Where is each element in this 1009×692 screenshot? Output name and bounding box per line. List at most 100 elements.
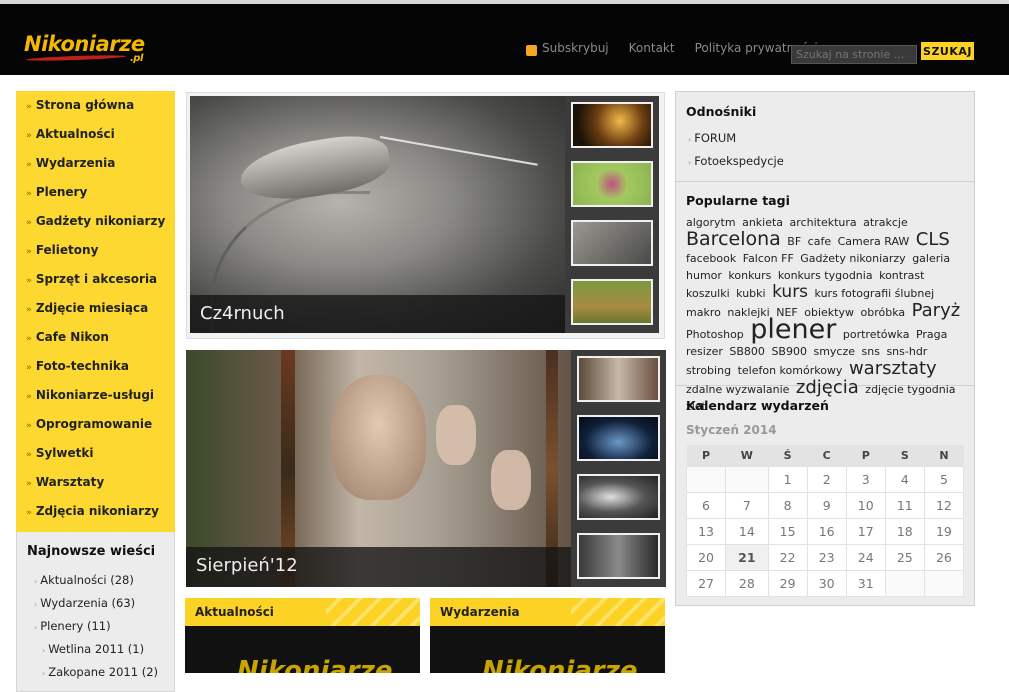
calendar-day[interactable]: 19 [923, 517, 965, 545]
menu-item[interactable]: » Zdjęcie miesiąca [16, 298, 175, 327]
tag-link[interactable]: konkurs tygodnia [778, 269, 873, 282]
slider-2-thumb-4[interactable] [577, 533, 660, 579]
menu-item[interactable]: » Strona główna [16, 95, 175, 124]
events-box-header[interactable]: Wydarzenia [430, 598, 665, 626]
events-box-image[interactable]: Nikoniarze [430, 626, 665, 673]
calendar-day[interactable]: 9 [806, 491, 847, 519]
tag-link[interactable]: SB800 [729, 345, 765, 358]
slider-1-thumb-2[interactable] [571, 161, 653, 207]
tag-link[interactable]: Camera RAW [838, 235, 910, 248]
menu-item[interactable]: » Nikoniarze-usługi [16, 385, 175, 414]
calendar-day[interactable]: 20 [685, 543, 727, 571]
tag-link[interactable]: CLS [916, 229, 950, 250]
sidebar-link[interactable]: › Fotoekspedycje [686, 154, 964, 177]
calendar-day[interactable]: 25 [884, 543, 925, 571]
tag-link[interactable]: sns-hdr [886, 345, 927, 358]
calendar-day[interactable]: 8 [767, 491, 808, 519]
rss-icon[interactable] [526, 44, 537, 56]
site-logo[interactable]: Nikoniarze .pl [24, 32, 145, 64]
calendar-today[interactable]: 21 [725, 543, 769, 571]
menu-item[interactable]: » Oprogramowanie [16, 414, 175, 443]
news-category-item[interactable]: › Zakopane 2011 (2) [27, 665, 174, 688]
menu-item[interactable]: » Felietony [16, 240, 175, 269]
tag-link[interactable]: strobing [686, 364, 731, 377]
slider-2-thumb-1[interactable] [577, 356, 660, 402]
news-category-item[interactable]: › Plenery (11) [27, 619, 174, 642]
slider-1-thumb-4[interactable] [571, 279, 653, 325]
calendar-day[interactable]: 31 [845, 569, 886, 597]
tag-link[interactable]: Gadżety nikoniarzy [800, 252, 905, 265]
calendar-day[interactable]: 30 [806, 569, 847, 597]
featured-slider-1[interactable]: Cz4rnuch [190, 96, 659, 333]
tag-link[interactable]: humor [686, 269, 722, 282]
menu-item[interactable]: » Cafe Nikon [16, 327, 175, 356]
menu-item[interactable]: » Aktualności [16, 124, 175, 153]
calendar-day[interactable]: 5 [923, 465, 965, 493]
tag-link[interactable]: kontrast [879, 269, 924, 282]
tag-link[interactable]: BF [787, 235, 801, 248]
tag-link[interactable]: Falcon FF [743, 252, 794, 265]
tag-link[interactable]: konkurs [728, 269, 771, 282]
slider-1-thumb-1[interactable] [571, 102, 653, 148]
slider-1-thumb-3[interactable] [571, 220, 653, 266]
tag-link[interactable]: plener [750, 314, 836, 345]
news-category-item[interactable]: › Wydarzenia (63) [27, 596, 174, 619]
tag-link[interactable]: Paryż [912, 300, 961, 321]
menu-item[interactable]: » Sylwetki [16, 443, 175, 472]
calendar-day[interactable]: 14 [725, 517, 769, 545]
calendar-day[interactable]: 3 [845, 465, 886, 493]
tag-link[interactable]: kurs fotografii ślubnej [815, 287, 935, 300]
tag-link[interactable]: atrakcje [863, 216, 908, 229]
tag-link[interactable]: Photoshop [686, 328, 744, 341]
tag-link[interactable]: galeria [912, 252, 950, 265]
contact-link[interactable]: Kontakt [629, 41, 675, 55]
calendar-day[interactable]: 16 [806, 517, 847, 545]
tag-link[interactable]: telefon komórkowy [738, 364, 843, 377]
calendar-day[interactable]: 12 [923, 491, 965, 519]
news-category-item[interactable]: › Wetlina 2011 (1) [27, 642, 174, 665]
calendar-day[interactable]: 26 [923, 543, 965, 571]
slider-1-caption[interactable]: Cz4rnuch [190, 295, 565, 333]
tag-link[interactable]: zdalne wyzwalanie [686, 383, 789, 396]
tag-link[interactable]: resizer [686, 345, 723, 358]
calendar-day[interactable]: 17 [845, 517, 886, 545]
tag-link[interactable]: Barcelona [686, 228, 781, 250]
news-box-image[interactable]: Nikoniarze [185, 626, 420, 673]
calendar-day[interactable]: 1 [767, 465, 808, 493]
calendar-day[interactable]: 27 [685, 569, 727, 597]
menu-item[interactable]: » Foto-technika [16, 356, 175, 385]
tag-link[interactable]: sns [862, 345, 880, 358]
tag-link[interactable]: warsztaty [849, 358, 937, 379]
menu-item[interactable]: » Wydarzenia [16, 153, 175, 182]
tag-link[interactable]: kurs [772, 282, 808, 302]
tag-link[interactable]: smycze [813, 345, 855, 358]
tag-link[interactable]: portretówka [843, 328, 910, 341]
tag-link[interactable]: zdjęcie tygodnia [865, 383, 955, 396]
search-input[interactable] [791, 45, 917, 64]
menu-item[interactable]: » Plenery [16, 182, 175, 211]
calendar-day[interactable]: 4 [884, 465, 925, 493]
search-button[interactable]: SZUKAJ [921, 42, 974, 60]
calendar-day[interactable]: 2 [806, 465, 847, 493]
slider-2-thumb-3[interactable] [577, 474, 660, 520]
tag-link[interactable]: facebook [686, 252, 736, 265]
calendar-day[interactable]: 10 [845, 491, 886, 519]
calendar-day[interactable]: 18 [884, 517, 925, 545]
tag-link[interactable]: kubki [736, 287, 765, 300]
slider-2-thumb-2[interactable] [577, 415, 660, 461]
tag-link[interactable]: obróbka [860, 306, 905, 319]
tag-link[interactable]: Praga [916, 328, 947, 341]
calendar-day[interactable]: 15 [767, 517, 808, 545]
calendar-day[interactable]: 6 [685, 491, 727, 519]
calendar-day[interactable]: 7 [725, 491, 769, 519]
slider-2-caption[interactable]: Sierpień'12 [186, 547, 571, 587]
tag-link[interactable]: koszulki [686, 287, 730, 300]
calendar-day[interactable]: 29 [767, 569, 808, 597]
news-box-header[interactable]: Aktualności [185, 598, 420, 626]
calendar-day[interactable]: 24 [845, 543, 886, 571]
menu-item[interactable]: » Gadżety nikoniarzy [16, 211, 175, 240]
menu-item[interactable]: » Sprzęt i akcesoria [16, 269, 175, 298]
tag-link[interactable]: architektura [790, 216, 857, 229]
tag-link[interactable]: zdjęcia [796, 377, 859, 398]
sidebar-link[interactable]: › FORUM [686, 131, 964, 154]
